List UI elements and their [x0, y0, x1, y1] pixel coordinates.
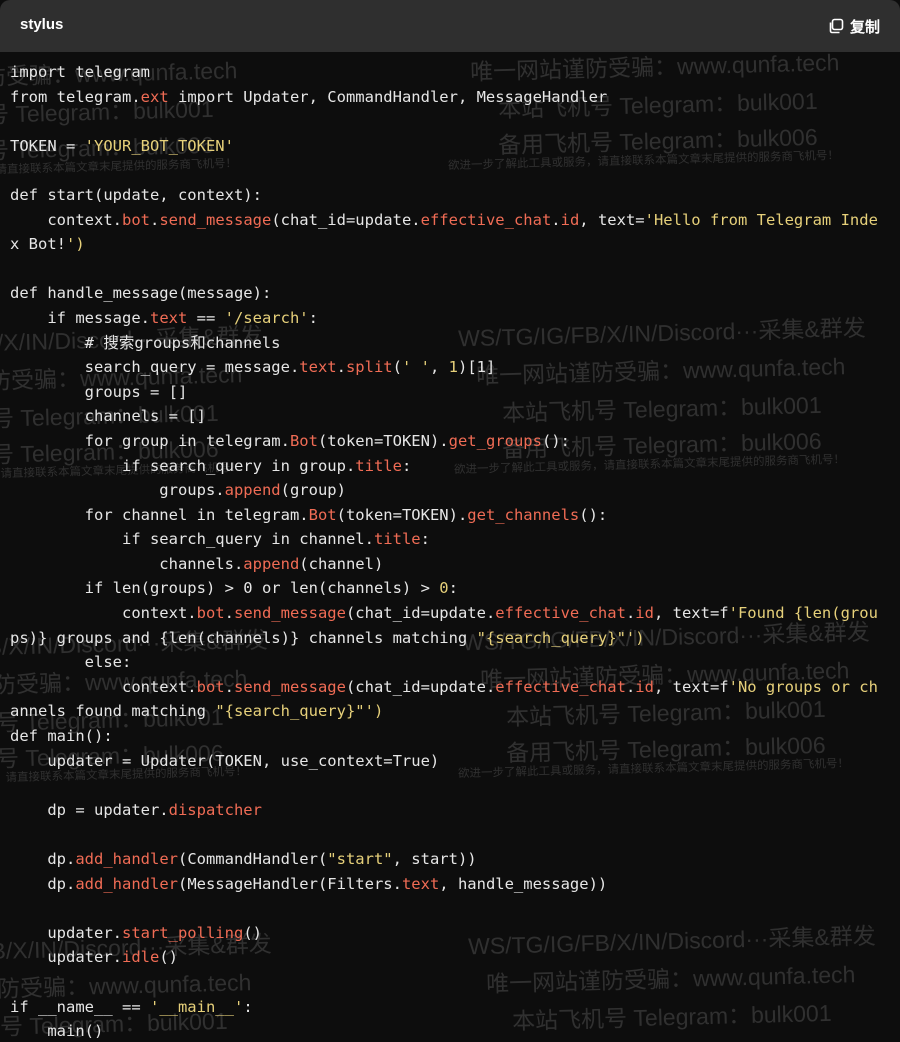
- code-line: updater.start_polling(): [10, 923, 262, 942]
- copy-button[interactable]: 复制: [828, 14, 880, 38]
- copy-label: 复制: [849, 17, 880, 36]
- code-line: channels.append(channel): [10, 554, 384, 573]
- code-line: ​: [10, 158, 878, 183]
- code-line: ​: [10, 257, 878, 282]
- code-line: groups = []: [10, 382, 188, 401]
- code-line: updater = Updater(TOKEN, use_context=Tru…: [10, 751, 440, 770]
- code-header: stylus 复制: [0, 0, 900, 52]
- code-line: def main():: [10, 727, 113, 746]
- code-line: ​: [10, 822, 878, 847]
- code-line: context.bot.send_message(chat_id=update.…: [10, 604, 878, 623]
- code-line: dp.add_handler(CommandHandler("start", s…: [10, 850, 477, 868]
- code-line: main(): [10, 1022, 104, 1041]
- code-line: updater.idle(): [10, 948, 178, 967]
- code-line: if len(groups) > 0 or len(channels) > 0:: [10, 579, 458, 598]
- code-content: import telegram from telegram.ext import …: [10, 60, 878, 1042]
- code-line: ps)} groups and {len(channels)} channels…: [10, 628, 645, 647]
- code-line: from telegram.ext import Updater, Comman…: [10, 87, 608, 106]
- language-label: stylus: [20, 16, 64, 33]
- code-line: ​: [10, 109, 878, 134]
- code-line: dp.add_handler(MessageHandler(Filters.te…: [10, 874, 608, 893]
- code-line: ​: [10, 970, 878, 995]
- code-line: TOKEN = 'YOUR_BOT_TOKEN': [10, 136, 234, 155]
- code-line: else:: [10, 653, 132, 672]
- code-line: if __name__ == '__main__':: [10, 997, 253, 1016]
- code-line: context.bot.send_message(chat_id=update.…: [10, 677, 878, 696]
- code-line: annels found matching "{search_query}"'): [10, 702, 384, 721]
- code-line: ​: [10, 773, 878, 798]
- code-line: context.bot.send_message(chat_id=update.…: [10, 210, 878, 229]
- code-line: if search_query in group.title:: [10, 456, 412, 475]
- code-block: WS/TG/IG/FB/X/IN/Discord···采集&群发 唯一网站谨防受…: [0, 0, 900, 1042]
- code-line: def handle_message(message):: [10, 284, 272, 303]
- code-line: if search_query in channel.title:: [10, 530, 430, 549]
- code-line: channels = []: [10, 407, 206, 426]
- code-line: for channel in telegram.Bot(token=TOKEN)…: [10, 505, 608, 524]
- code-line: def start(update, context):: [10, 185, 262, 204]
- copy-icon: [828, 18, 844, 34]
- code-line: for group in telegram.Bot(token=TOKEN).g…: [10, 431, 570, 450]
- code-line: if message.text == '/search':: [10, 308, 318, 327]
- code-line: groups.append(group): [10, 481, 346, 500]
- code-line: dp = updater.dispatcher: [10, 800, 262, 819]
- code-line: x Bot!'): [10, 235, 85, 254]
- code-line: # 搜索groups和channels: [10, 333, 281, 352]
- code-line: search_query = message.text.split(' ', 1…: [10, 358, 496, 377]
- code-line: ​: [10, 896, 878, 921]
- code-line: import telegram: [10, 63, 150, 81]
